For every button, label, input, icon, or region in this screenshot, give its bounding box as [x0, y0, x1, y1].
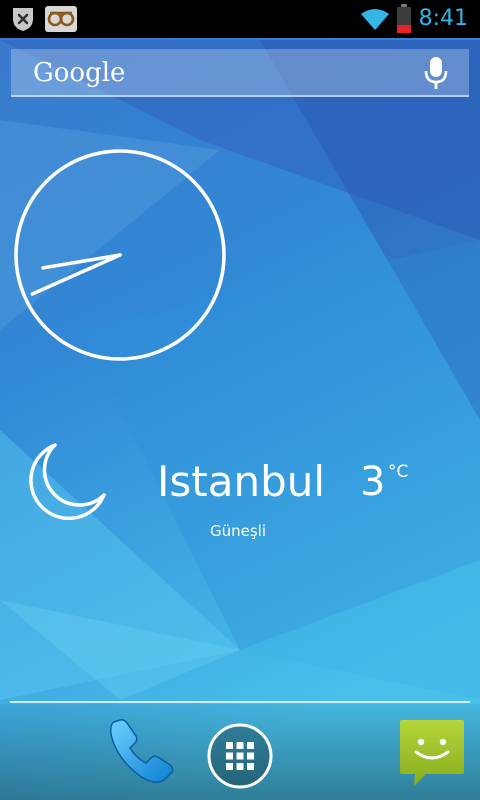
home-screen: 8:41 Google Istanbul 3 °C Güneşli: [0, 0, 480, 800]
messaging-icon[interactable]: [398, 718, 466, 788]
analog-clock-widget[interactable]: [13, 148, 227, 362]
weather-city[interactable]: Istanbul: [157, 454, 325, 510]
battery-low-icon: [397, 4, 411, 33]
dock-divider: [10, 701, 470, 703]
google-search-bar[interactable]: Google: [11, 49, 469, 97]
wifi-icon: [361, 9, 389, 30]
weather-unit: °C: [388, 462, 409, 482]
close-notification-icon[interactable]: [9, 5, 37, 33]
weather-temperature[interactable]: 3: [360, 454, 385, 510]
google-logo[interactable]: Google: [33, 53, 125, 93]
app-drawer-icon[interactable]: [206, 722, 274, 790]
phone-icon[interactable]: [106, 716, 178, 788]
status-bar: 8:41: [0, 0, 480, 38]
weather-condition: Güneşli: [210, 522, 267, 540]
crescent-moon-icon[interactable]: [22, 440, 108, 520]
status-time: 8:41: [418, 6, 468, 31]
wallpaper: [0, 0, 480, 800]
mic-icon[interactable]: [423, 56, 449, 90]
mask-app-icon[interactable]: [44, 5, 78, 33]
